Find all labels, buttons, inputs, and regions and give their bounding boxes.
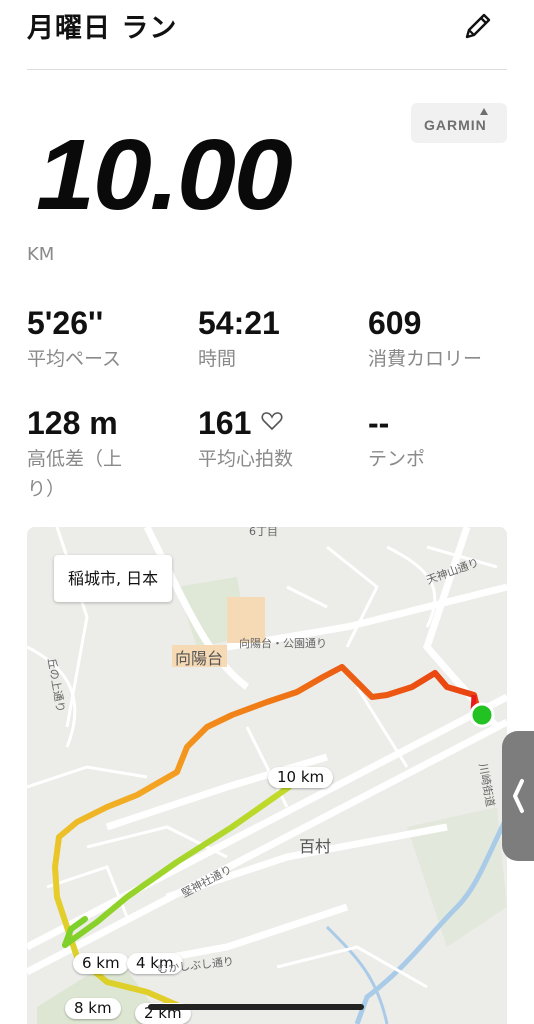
garmin-logo-text: GARMIN	[424, 117, 487, 133]
stat-label: 消費カロリー	[368, 348, 483, 370]
chevron-left-icon	[513, 779, 524, 813]
stat-calories: 609 消費カロリー	[368, 305, 533, 374]
distance-value: 10.00	[36, 119, 293, 231]
pencil-icon	[465, 13, 491, 39]
map-street-label: 6丁目	[249, 527, 278, 538]
stat-label: 時間	[198, 348, 237, 370]
map-location-label: 稲城市, 日本	[54, 555, 173, 602]
stat-label: 高低差（上り）	[27, 448, 123, 500]
stat-value: 5'26''	[27, 305, 104, 341]
header: 月曜日 ラン	[0, 0, 534, 70]
stat-cadence: -- テンポ	[368, 405, 533, 474]
route-map[interactable]: 稲城市, 日本 10 km 6 km 4 km 8 km 2 km 6丁目 天神…	[27, 527, 507, 1024]
stat-label: テンポ	[368, 448, 426, 470]
garmin-triangle-icon	[480, 108, 488, 115]
stat-elevation: 128 m 高低差（上り）	[27, 405, 147, 504]
map-street-label: 向陽台・公園通り	[239, 637, 327, 650]
edit-button[interactable]	[458, 8, 498, 44]
stat-avg-pace: 5'26'' 平均ペース	[27, 305, 192, 374]
stat-value: 128 m	[27, 405, 118, 441]
stat-value: 54:21	[198, 305, 280, 341]
map-place-label: 向陽台	[175, 649, 224, 668]
stat-label: 平均ペース	[27, 348, 122, 370]
stat-value: --	[368, 405, 390, 441]
stat-duration: 54:21 時間	[198, 305, 363, 374]
side-panel-handle[interactable]	[502, 731, 534, 861]
stat-value-row: 161	[198, 405, 363, 442]
stat-heart-rate: 161 平均心拍数	[198, 405, 363, 474]
distance-unit: KM	[27, 244, 55, 265]
map-place-label: 百村	[299, 837, 332, 856]
garmin-badge: GARMIN	[411, 103, 507, 143]
km-marker: 6 km	[73, 953, 129, 974]
header-divider	[27, 69, 507, 70]
activity-title: 月曜日 ラン	[27, 13, 178, 44]
km-marker: 8 km	[65, 998, 121, 1019]
km-marker: 10 km	[268, 767, 334, 788]
stat-label: 平均心拍数	[198, 448, 294, 470]
home-indicator	[148, 1004, 364, 1010]
stat-value: 609	[368, 305, 422, 341]
heart-icon	[261, 412, 283, 431]
stat-value: 161	[198, 405, 252, 441]
